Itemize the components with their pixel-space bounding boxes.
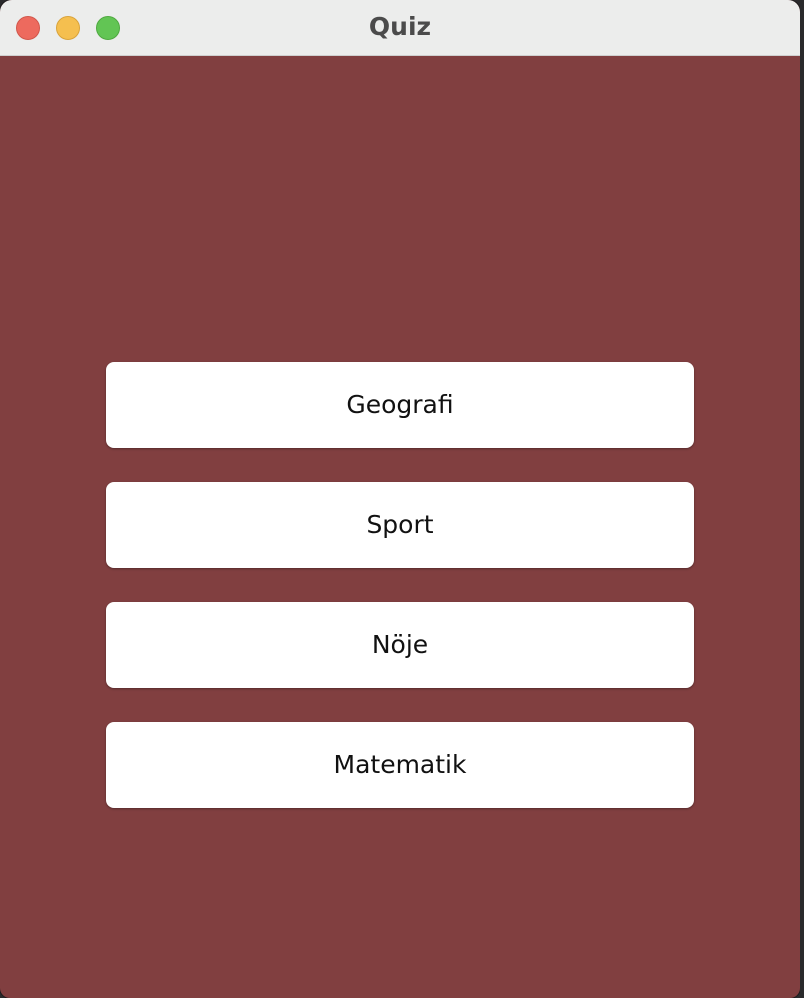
category-button-noje[interactable]: Nöje xyxy=(106,602,694,688)
window-title: Quiz xyxy=(368,12,432,41)
title-bar: Quiz xyxy=(0,0,800,56)
category-button-sport[interactable]: Sport xyxy=(106,482,694,568)
category-button-matematik[interactable]: Matematik xyxy=(106,722,694,808)
category-menu: Geografi Sport Nöje Matematik xyxy=(0,56,800,998)
category-button-geografi[interactable]: Geografi xyxy=(106,362,694,448)
quiz-window: Quiz Geografi Sport Nöje Matematik xyxy=(0,0,800,998)
desktop-background-edge xyxy=(800,0,804,998)
